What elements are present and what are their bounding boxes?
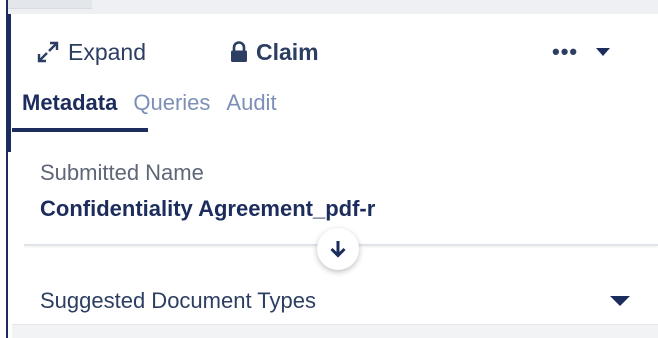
bottom-strip xyxy=(12,324,658,338)
chevron-down-icon xyxy=(596,48,611,56)
suggested-document-types-row[interactable]: Suggested Document Types xyxy=(12,266,658,322)
active-panel-indicator xyxy=(8,14,11,152)
scroll-down-button[interactable] xyxy=(317,228,359,270)
tab-audit[interactable]: Audit xyxy=(216,86,282,132)
more-options-button[interactable]: ••• xyxy=(552,32,622,72)
submitted-name-value: Confidentiality Agreement_pdf-r xyxy=(40,196,376,221)
panel-tabs: Metadata Queries Audit xyxy=(12,86,283,134)
suggested-document-types-label: Suggested Document Types xyxy=(40,288,316,313)
submitted-name-label: Submitted Name xyxy=(40,160,204,185)
claim-button[interactable]: Claim xyxy=(230,32,319,72)
window: Expand Claim ••• Metadata Queries Audit … xyxy=(0,0,658,338)
arrow-down-icon xyxy=(330,241,346,258)
top-strip xyxy=(0,0,658,14)
left-edge-bar xyxy=(0,0,11,338)
panel-toolbar: Expand Claim ••• xyxy=(12,32,658,72)
tab-metadata[interactable]: Metadata xyxy=(12,86,123,132)
expand-arrows-icon xyxy=(37,41,59,63)
active-tab-underline xyxy=(12,128,148,132)
lock-icon xyxy=(231,41,247,62)
more-dots-icon: ••• xyxy=(552,39,579,64)
expand-label: Expand xyxy=(68,38,147,65)
caret-down-icon[interactable] xyxy=(610,296,630,306)
document-panel: Expand Claim ••• Metadata Queries Audit … xyxy=(12,14,658,338)
window-tab-stub[interactable] xyxy=(0,0,92,9)
claim-label: Claim xyxy=(256,38,319,65)
expand-button[interactable]: Expand xyxy=(36,32,146,72)
tab-queries[interactable]: Queries xyxy=(123,86,216,132)
